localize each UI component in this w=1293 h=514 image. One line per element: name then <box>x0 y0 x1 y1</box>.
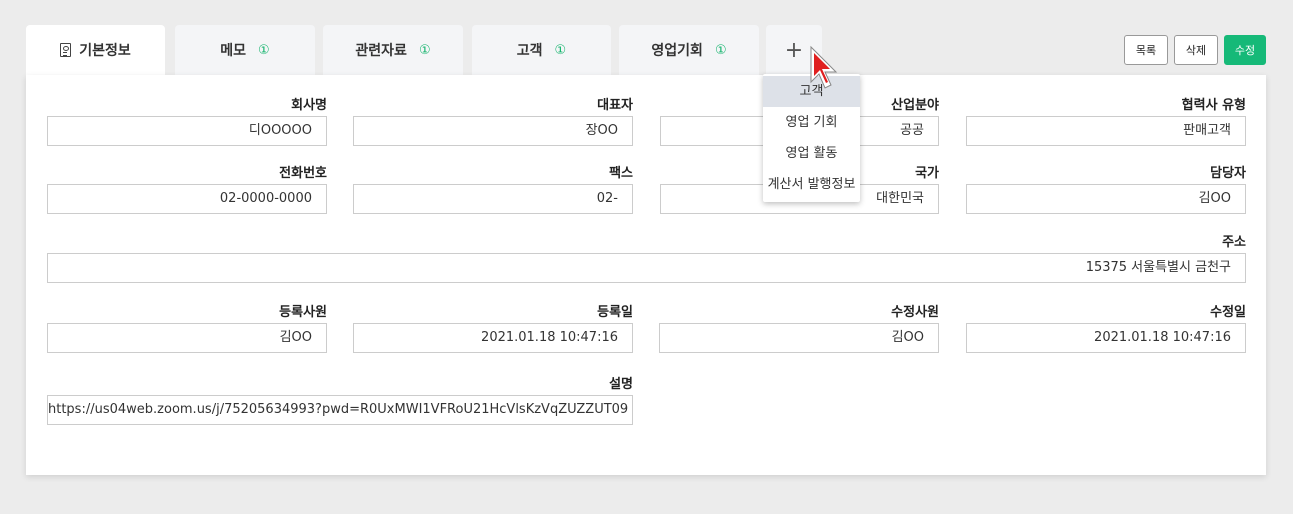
registered-by-label: 등록사원 <box>279 305 327 320</box>
dropdown-item-activity[interactable]: 영업 활동 <box>763 138 860 169</box>
tab-memo-label: 메모 <box>220 43 247 59</box>
partner-type-input[interactable]: 판매고객 <box>966 116 1246 146</box>
modified-by-input[interactable]: 김OO <box>659 323 939 353</box>
tab-opportunity-count: ① <box>714 42 727 58</box>
basic-info-panel: 회사명 디OOOOO 대표자 장OO 산업분야 공공 협력사 유형 판매고객 전… <box>26 75 1266 475</box>
ceo-input[interactable]: 장OO <box>353 116 633 146</box>
tab-opportunity[interactable]: 영업기회 ① <box>619 25 759 75</box>
ceo-field: 대표자 장OO <box>353 94 633 146</box>
tab-related-docs[interactable]: 관련자료 ① <box>323 25 463 75</box>
delete-button[interactable]: 삭제 <box>1174 35 1218 65</box>
modified-by-field: 수정사원 김OO <box>659 301 939 353</box>
manager-label: 담당자 <box>1210 166 1246 181</box>
tab-memo-count: ① <box>258 42 270 58</box>
manager-field: 담당자 김OO <box>966 162 1246 214</box>
registered-by-input[interactable]: 김OO <box>47 323 327 353</box>
industry-label: 산업분야 <box>891 98 939 113</box>
modified-at-field: 수정일 2021.01.18 10:47:16 <box>966 301 1246 353</box>
list-button[interactable]: 목록 <box>1124 35 1168 65</box>
description-input[interactable]: https://us04web.zoom.us/j/75205634993?pw… <box>47 395 633 425</box>
fax-label: 팩스 <box>609 166 633 181</box>
document-icon <box>60 43 72 57</box>
edit-button[interactable]: 수정 <box>1224 35 1266 65</box>
company-name-input[interactable]: 디OOOOO <box>47 116 327 146</box>
tab-basic-info-label: 기본정보 <box>79 43 131 59</box>
phone-label: 전화번호 <box>279 166 327 181</box>
ceo-label: 대표자 <box>597 98 633 113</box>
dropdown-item-opportunity[interactable]: 영업 기회 <box>763 107 860 138</box>
country-label: 국가 <box>915 166 939 181</box>
modified-at-input[interactable]: 2021.01.18 10:47:16 <box>966 323 1246 353</box>
company-name-label: 회사명 <box>291 98 327 113</box>
cursor-arrow-icon <box>810 45 838 89</box>
phone-field: 전화번호 02-0000-0000 <box>47 162 327 214</box>
company-name-field: 회사명 디OOOOO <box>47 94 327 146</box>
description-field: 설명 https://us04web.zoom.us/j/75205634993… <box>47 373 633 425</box>
tab-basic-info[interactable]: 기본정보 <box>26 25 165 75</box>
plus-icon: + <box>784 37 804 63</box>
registered-by-field: 등록사원 김OO <box>47 301 327 353</box>
tab-opportunity-label: 영업기회 <box>651 43 703 59</box>
address-input[interactable]: 15375 서울특별시 금천구 <box>47 253 1246 283</box>
tab-related-docs-count: ① <box>418 42 431 58</box>
description-label: 설명 <box>609 377 633 392</box>
phone-input[interactable]: 02-0000-0000 <box>47 184 327 214</box>
partner-type-field: 협력사 유형 판매고객 <box>966 94 1246 146</box>
tab-memo[interactable]: 메모 ① <box>175 25 315 75</box>
manager-input[interactable]: 김OO <box>966 184 1246 214</box>
address-label: 주소 <box>1222 235 1246 250</box>
partner-type-label: 협력사 유형 <box>1181 98 1246 113</box>
tab-customer-count: ① <box>554 42 567 58</box>
modified-by-label: 수정사원 <box>891 305 939 320</box>
registered-at-field: 등록일 2021.01.18 10:47:16 <box>353 301 633 353</box>
registered-at-input[interactable]: 2021.01.18 10:47:16 <box>353 323 633 353</box>
address-field: 주소 15375 서울특별시 금천구 <box>47 231 1246 283</box>
tab-customer-label: 고객 <box>516 43 543 59</box>
dropdown-item-invoice-info[interactable]: 계산서 발행정보 <box>763 169 860 200</box>
fax-input[interactable]: 02- <box>353 184 633 214</box>
registered-at-label: 등록일 <box>597 305 633 320</box>
tab-customer[interactable]: 고객 ① <box>472 25 611 75</box>
tab-related-docs-label: 관련자료 <box>355 43 407 59</box>
modified-at-label: 수정일 <box>1210 305 1246 320</box>
fax-field: 팩스 02- <box>353 162 633 214</box>
